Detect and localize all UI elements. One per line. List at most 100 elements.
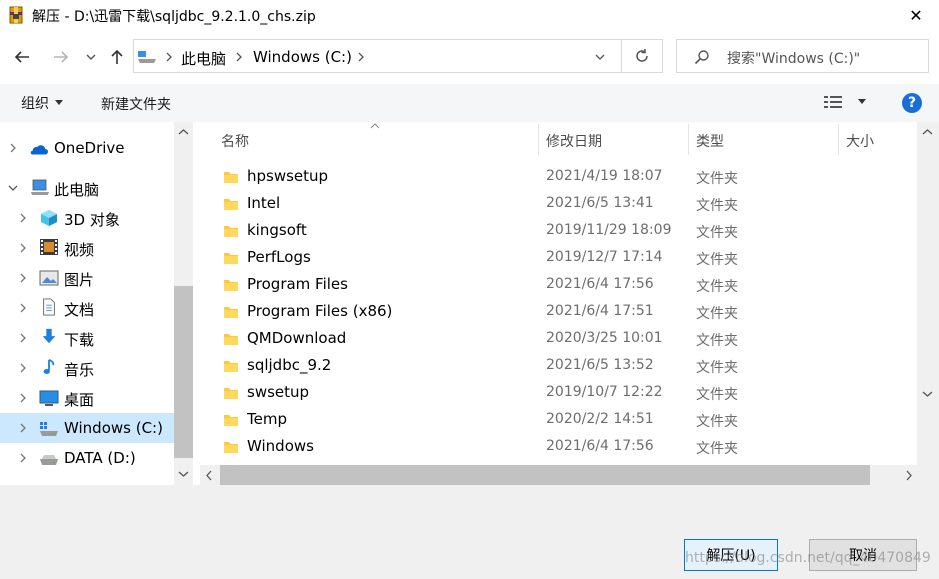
content-vertical-scrollbar[interactable] xyxy=(917,122,939,485)
nav-item-onedrive[interactable]: OneDrive xyxy=(0,133,174,163)
file-date: 2019/11/29 18:09 xyxy=(546,222,672,238)
file-row[interactable]: kingsoft 2019/11/29 18:09 文件夹 xyxy=(214,218,914,245)
file-row[interactable]: Windows 2021/6/4 17:56 文件夹 xyxy=(214,434,914,461)
file-name: swsetup xyxy=(247,383,310,401)
view-options-button[interactable] xyxy=(824,95,866,109)
search-input[interactable]: 搜索"Windows (C:)" xyxy=(676,39,929,73)
file-name: PerfLogs xyxy=(247,248,311,266)
scroll-up-icon[interactable] xyxy=(178,128,189,136)
scroll-left-icon[interactable] xyxy=(205,470,213,481)
help-button[interactable]: ? xyxy=(902,93,922,113)
nav-item-drive-d[interactable]: DATA (D:) xyxy=(0,443,174,473)
nav-item-drive-c[interactable]: Windows (C:) xyxy=(0,413,174,443)
file-row[interactable]: PerfLogs 2019/12/7 17:14 文件夹 xyxy=(214,245,914,272)
nav-label: 图片 xyxy=(64,271,95,289)
column-header-type[interactable]: 类型 xyxy=(696,131,724,151)
drive-d-icon xyxy=(40,455,58,465)
scroll-right-icon[interactable] xyxy=(905,470,913,481)
file-row[interactable]: sqljdbc_9.2 2021/6/5 13:52 文件夹 xyxy=(214,353,914,380)
nav-item-3d-objects[interactable]: 3D 对象 xyxy=(0,203,174,233)
file-date: 2020/3/25 10:01 xyxy=(546,330,663,346)
nav-item-downloads[interactable]: 下载 xyxy=(0,323,174,353)
back-button[interactable] xyxy=(11,46,33,68)
folder-icon xyxy=(224,334,238,345)
folder-icon xyxy=(224,226,238,237)
breadcrumb-drive[interactable]: Windows (C:) xyxy=(253,48,352,66)
nav-item-desktop[interactable]: 桌面 xyxy=(0,383,174,413)
pictures-icon xyxy=(39,270,59,286)
nav-item-videos[interactable]: 视频 xyxy=(0,233,174,263)
file-date: 2021/4/19 18:07 xyxy=(546,168,663,184)
nav-label: Windows (C:) xyxy=(64,419,163,437)
nav-label: 桌面 xyxy=(64,391,95,409)
folder-icon xyxy=(224,280,238,291)
download-icon xyxy=(42,328,56,344)
folder-icon xyxy=(224,199,238,210)
nav-item-music[interactable]: 音乐 xyxy=(0,353,174,383)
folder-icon xyxy=(224,307,238,318)
chevron-right-icon xyxy=(20,423,26,433)
scroll-down-icon[interactable] xyxy=(922,390,933,398)
file-name: Program Files xyxy=(247,275,348,293)
chevron-right-icon xyxy=(20,363,26,373)
chevron-down-icon xyxy=(86,54,96,60)
file-type: 文件夹 xyxy=(696,387,738,403)
help-icon: ? xyxy=(907,95,917,111)
file-type: 文件夹 xyxy=(696,333,738,349)
column-divider[interactable] xyxy=(838,124,839,155)
nav-item-documents[interactable]: 文档 xyxy=(0,293,174,323)
forward-button[interactable] xyxy=(50,46,72,68)
file-type: 文件夹 xyxy=(696,252,738,268)
nav-item-this-pc[interactable]: 此电脑 xyxy=(0,173,174,203)
new-folder-button[interactable]: 新建文件夹 xyxy=(101,94,171,114)
file-name: Windows xyxy=(247,437,314,455)
column-header-name[interactable]: 名称 xyxy=(221,131,249,151)
nav-scrollbar-thumb[interactable] xyxy=(174,286,193,458)
up-button[interactable] xyxy=(106,46,128,68)
file-name: kingsoft xyxy=(247,221,307,239)
scroll-up-icon[interactable] xyxy=(922,128,933,136)
file-row[interactable]: Program Files (x86) 2021/6/4 17:51 文件夹 xyxy=(214,299,914,326)
chevron-down-icon xyxy=(595,54,605,60)
nav-label: OneDrive xyxy=(54,139,125,157)
chevron-right-icon xyxy=(236,52,242,62)
file-row[interactable]: swsetup 2019/10/7 12:22 文件夹 xyxy=(214,380,914,407)
organize-menu-button[interactable]: 组织 xyxy=(21,93,63,113)
nav-item-pictures[interactable]: 图片 xyxy=(0,263,174,293)
close-button[interactable]: ✕ xyxy=(893,0,939,31)
refresh-button[interactable] xyxy=(621,39,663,73)
file-row[interactable]: hpswsetup 2021/4/19 18:07 文件夹 xyxy=(214,164,914,191)
scroll-down-icon[interactable] xyxy=(178,470,189,478)
breadcrumb-this-pc[interactable]: 此电脑 xyxy=(181,48,226,69)
details-view-icon xyxy=(824,96,842,108)
recent-locations-button[interactable] xyxy=(81,46,101,68)
file-row[interactable]: Temp 2020/2/2 14:51 文件夹 xyxy=(214,407,914,434)
documents-icon xyxy=(43,298,55,316)
chevron-right-icon xyxy=(20,453,26,463)
horizontal-scrollbar-thumb[interactable] xyxy=(220,465,870,485)
column-divider[interactable] xyxy=(538,124,539,155)
nav-label: 3D 对象 xyxy=(64,211,120,229)
computer-icon xyxy=(31,179,49,195)
arrow-right-icon xyxy=(54,51,69,63)
window-title: 解压 - D:\迅雷下载\sqljdbc_9.2.1.0_chs.zip xyxy=(32,9,316,25)
sort-ascending-icon xyxy=(370,123,380,129)
file-row[interactable]: Program Files 2021/6/4 17:56 文件夹 xyxy=(214,272,914,299)
computer-small-icon xyxy=(138,51,156,63)
file-row[interactable]: QMDownload 2020/3/25 10:01 文件夹 xyxy=(214,326,914,353)
video-icon xyxy=(40,239,58,255)
file-name: sqljdbc_9.2 xyxy=(247,356,332,374)
column-header-modified[interactable]: 修改日期 xyxy=(546,131,602,151)
file-row[interactable]: Intel 2021/6/5 13:41 文件夹 xyxy=(214,191,914,218)
navigation-pane: OneDrive 此电脑 3D 对象 视频 图片 文档 下载 音乐 桌面 Win… xyxy=(0,122,193,485)
music-icon xyxy=(43,358,55,375)
chevron-right-icon xyxy=(20,273,26,283)
folder-icon xyxy=(224,172,238,183)
column-header-size[interactable]: 大小 xyxy=(846,131,874,151)
file-name: Temp xyxy=(247,410,287,428)
search-icon xyxy=(694,50,709,65)
column-divider[interactable] xyxy=(688,124,689,155)
refresh-icon xyxy=(636,49,648,62)
caret-down-icon xyxy=(55,100,63,105)
address-bar[interactable]: 此电脑 Windows (C:) xyxy=(133,39,622,73)
